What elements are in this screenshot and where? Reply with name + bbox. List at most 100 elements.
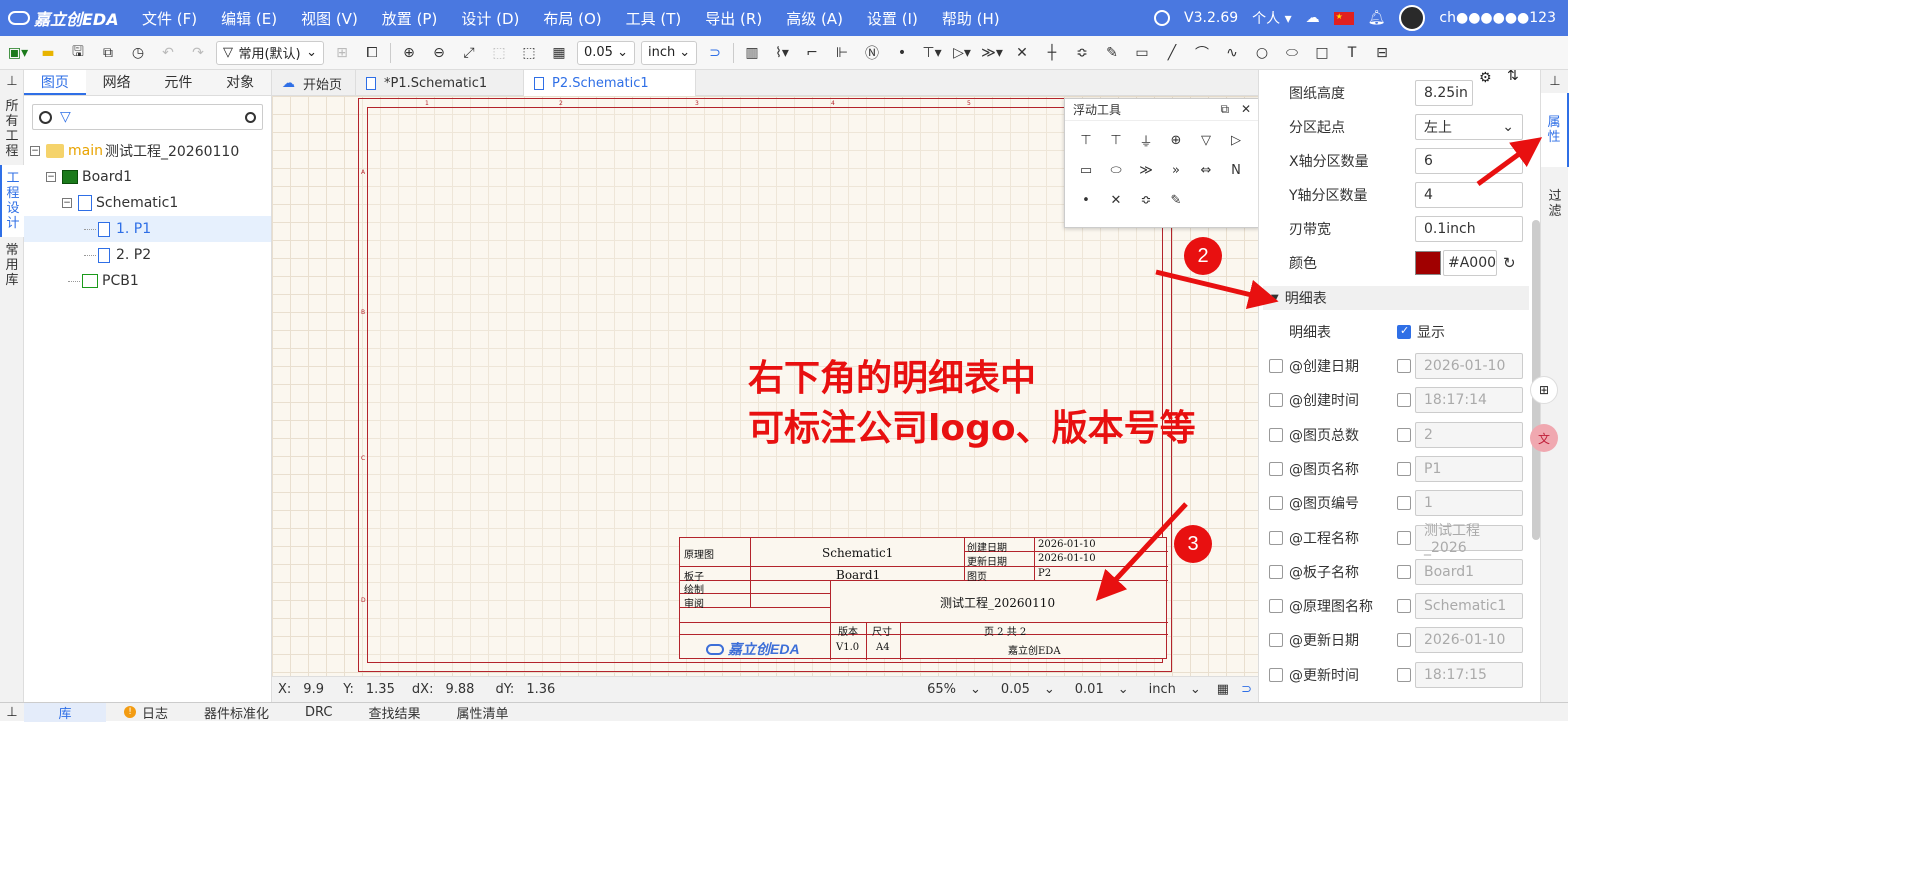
zoom-area-icon[interactable]: ⬚: [517, 41, 541, 65]
menu-settings[interactable]: 设置 (I): [855, 8, 930, 29]
grid-size-select[interactable]: 0.05 ⌄: [577, 40, 635, 65]
zoom-in-icon[interactable]: ⊕: [397, 41, 421, 65]
menu-edit[interactable]: 编辑 (E): [209, 8, 289, 29]
field-label-checkbox[interactable]: [1269, 667, 1283, 682]
field-value-checkbox[interactable]: [1397, 461, 1411, 476]
y-zones-input[interactable]: 4: [1415, 182, 1523, 208]
field-value-input[interactable]: Board1: [1415, 558, 1523, 585]
new-file-icon[interactable]: ▣▾: [6, 41, 30, 65]
pin-icon[interactable]: ┼: [1040, 41, 1064, 65]
checkbox-checked[interactable]: [1397, 324, 1411, 339]
net-label-n-icon[interactable]: Ⓝ: [860, 41, 884, 65]
collapse-icon[interactable]: −: [46, 172, 56, 182]
bottom-tab-drc[interactable]: DRC: [287, 703, 350, 722]
x-zones-input[interactable]: 6: [1415, 148, 1523, 174]
probe-icon[interactable]: ✎: [1100, 41, 1124, 65]
field-value-checkbox[interactable]: [1397, 393, 1411, 408]
history-icon[interactable]: ◷: [126, 41, 150, 65]
unit-select[interactable]: inch ⌄: [641, 40, 697, 65]
field-label-checkbox[interactable]: [1269, 427, 1283, 442]
fit-view-icon[interactable]: ⤢: [457, 41, 481, 65]
menu-place[interactable]: 放置 (P): [370, 8, 450, 29]
open-folder-icon[interactable]: ▬: [36, 41, 60, 65]
field-label-checkbox[interactable]: [1269, 530, 1283, 545]
vcc-icon[interactable]: ⊤▾: [920, 41, 944, 65]
field-value-checkbox[interactable]: [1397, 530, 1411, 545]
status-unit-select[interactable]: inch ⌄: [1139, 682, 1211, 697]
net-port-icon[interactable]: ▷▾: [950, 41, 974, 65]
search-icon[interactable]: [1154, 10, 1171, 26]
search-icon[interactable]: [39, 110, 52, 124]
bottom-tab-device-standardization[interactable]: 器件标准化: [186, 703, 287, 722]
net-flag-icon[interactable]: »: [1161, 155, 1191, 185]
filter-select[interactable]: ▽ 常用(默认) ⌄: [216, 40, 324, 65]
rail-tab-properties[interactable]: 属性: [1541, 93, 1569, 167]
pin-panel-icon[interactable]: ⊥: [0, 705, 24, 720]
circle-icon[interactable]: ○: [1250, 41, 1274, 65]
resistor-icon[interactable]: ⌇▾: [770, 41, 794, 65]
field-value-input[interactable]: 测试工程_2026: [1415, 523, 1523, 556]
field-value-input[interactable]: 18:17:15: [1415, 661, 1523, 688]
tree-node-pcb[interactable]: PCB1: [24, 268, 271, 294]
net-port-icon[interactable]: ▷: [1221, 125, 1251, 155]
ellipse-icon[interactable]: ⬭: [1280, 41, 1304, 65]
snap-magnet-icon[interactable]: ⊃: [1235, 682, 1258, 697]
rail-tab-all-projects[interactable]: 所有工程: [0, 93, 24, 165]
sheet-height-input[interactable]: 8.25in: [1415, 80, 1473, 106]
search-icon[interactable]: [245, 111, 256, 123]
field-label-checkbox[interactable]: [1269, 633, 1283, 648]
rail-tab-common-library[interactable]: 常用库: [0, 237, 24, 294]
apps-grid-icon[interactable]: ⊞: [1530, 376, 1558, 404]
reset-color-icon[interactable]: ↻: [1503, 254, 1516, 272]
color-hex-input[interactable]: #A000: [1443, 250, 1497, 276]
bus-icon[interactable]: ≎: [1131, 185, 1161, 215]
zone-start-select[interactable]: 左上 ⌄: [1415, 114, 1523, 140]
probe-icon[interactable]: ✎: [1161, 185, 1191, 215]
junction-icon[interactable]: •: [1071, 185, 1101, 215]
field-value-input[interactable]: Schematic1: [1415, 593, 1523, 620]
field-value-input[interactable]: P1: [1415, 455, 1523, 482]
section-detail-table[interactable]: ▼ 明细表: [1263, 286, 1529, 310]
bottom-tab-find-results[interactable]: 查找结果: [351, 703, 439, 722]
tree-node-board[interactable]: − Board1: [24, 164, 271, 190]
save-icon[interactable]: 🖫︎: [66, 41, 90, 65]
field-value-input[interactable]: 2026-01-10: [1415, 627, 1523, 654]
table-icon[interactable]: ⊟: [1370, 41, 1394, 65]
field-label-checkbox[interactable]: [1269, 496, 1283, 511]
net-flag-icon[interactable]: ≫▾: [980, 41, 1004, 65]
collapse-icon[interactable]: −: [30, 146, 40, 156]
plus5v-icon[interactable]: ⊤: [1101, 125, 1131, 155]
earth-ground-icon[interactable]: ⊕: [1161, 125, 1191, 155]
cross-probe-icon[interactable]: ⧠: [360, 41, 384, 65]
bottom-tab-library[interactable]: 库: [24, 702, 106, 722]
tree-node-page-1[interactable]: 1. P1: [24, 216, 271, 242]
tab-p1-schematic[interactable]: *P1.Schematic1: [356, 70, 524, 96]
rail-tab-filter[interactable]: 过滤: [1541, 167, 1569, 241]
tab-nets[interactable]: 网络: [86, 70, 148, 95]
menu-tools[interactable]: 工具 (T): [614, 8, 694, 29]
field-label-checkbox[interactable]: [1269, 359, 1283, 373]
grid-select-icon[interactable]: ⊞: [330, 41, 354, 65]
username[interactable]: ch●●●●●●123: [1439, 10, 1556, 26]
tab-objects[interactable]: 对象: [209, 70, 271, 95]
border-width-input[interactable]: 0.1inch: [1415, 216, 1523, 242]
zoom-select[interactable]: 65% ⌄: [917, 682, 991, 697]
tree-node-schematic[interactable]: − Schematic1: [24, 190, 271, 216]
redo-icon[interactable]: ↷: [186, 41, 210, 65]
field-label-checkbox[interactable]: [1269, 564, 1283, 579]
field-value-checkbox[interactable]: [1397, 427, 1411, 442]
no-connect-icon[interactable]: ✕: [1010, 41, 1034, 65]
undo-icon[interactable]: ↶: [156, 41, 180, 65]
field-value-input[interactable]: 2026-01-10: [1415, 353, 1523, 379]
short-flag-icon[interactable]: ⇔: [1191, 155, 1221, 185]
rectangle-icon[interactable]: □: [1310, 41, 1334, 65]
field-value-checkbox[interactable]: [1397, 496, 1411, 511]
net-label-icon[interactable]: ▭: [1071, 155, 1101, 185]
bottom-tab-log[interactable]: ! 日志: [106, 703, 186, 722]
pin-panel-icon[interactable]: ⊥: [1541, 70, 1569, 93]
tab-start-page[interactable]: ☁ 开始页: [272, 70, 356, 96]
snap-magnet-icon[interactable]: ⊃: [703, 41, 727, 65]
field-label-checkbox[interactable]: [1269, 461, 1283, 476]
cloud-sync-icon[interactable]: ☁: [1306, 10, 1320, 26]
bus-entry-icon[interactable]: ≫: [1131, 155, 1161, 185]
